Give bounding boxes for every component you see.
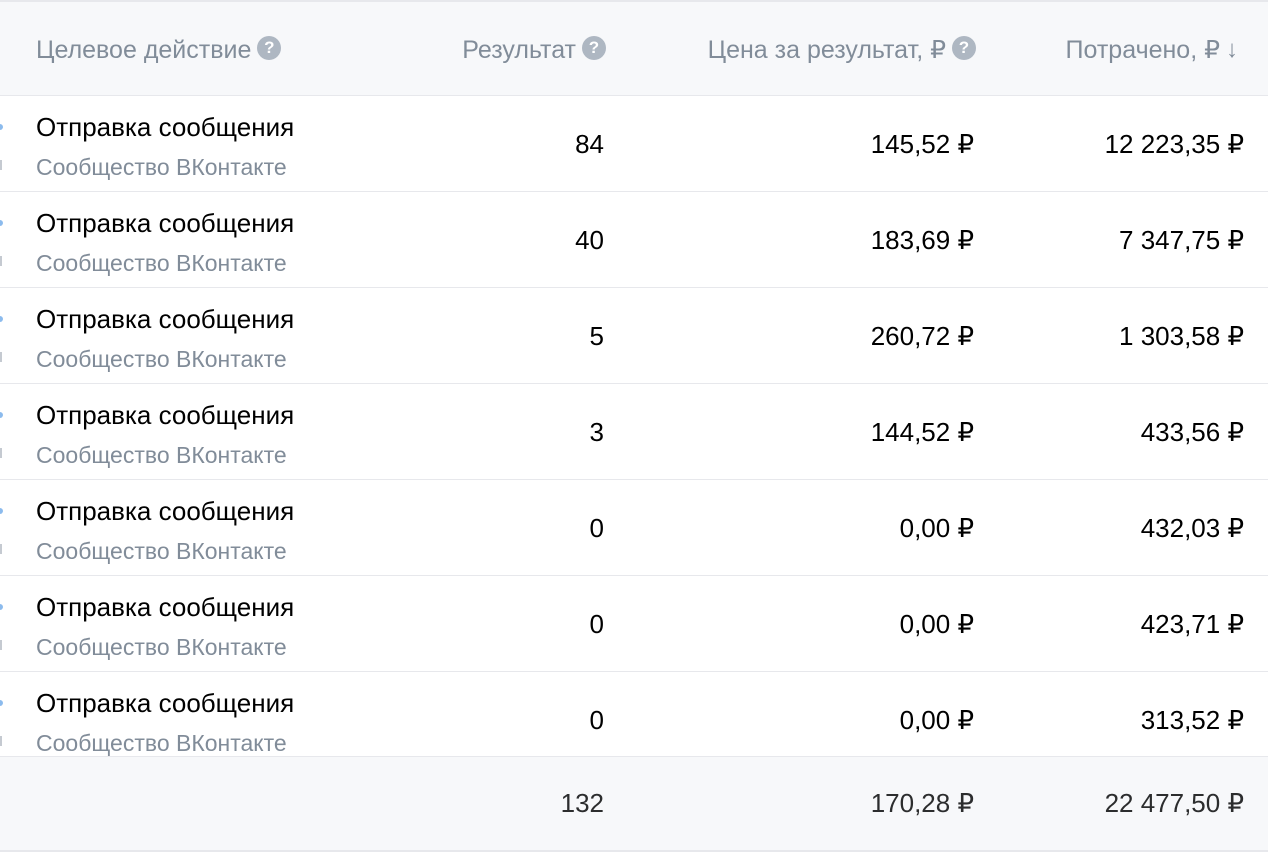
row-checkbox-edge[interactable]: [0, 604, 3, 610]
price-value: 0,00 ₽: [899, 704, 974, 735]
action-title: Отправка сообщения: [36, 496, 295, 526]
row-toggle-edge[interactable]: [0, 160, 2, 170]
spent-value: 7 347,75 ₽: [1119, 224, 1244, 255]
price-value: 0,00 ₽: [899, 512, 974, 543]
spent-value: 433,56 ₽: [1140, 416, 1244, 447]
table-row[interactable]: Отправка сообщения Сообщество ВКонтакте …: [0, 384, 1268, 480]
total-spent: 22 477,50 ₽: [1104, 787, 1244, 818]
spent-value: 1 303,58 ₽: [1119, 320, 1244, 351]
table-row[interactable]: Отправка сообщения Сообщество ВКонтакте …: [0, 96, 1268, 192]
action-title: Отправка сообщения: [36, 688, 295, 718]
total-price: 170,28 ₽: [870, 787, 974, 818]
action-title: Отправка сообщения: [36, 592, 295, 622]
table-row[interactable]: Отправка сообщения Сообщество ВКонтакте …: [0, 288, 1268, 384]
help-icon[interactable]: ?: [952, 36, 976, 60]
total-result: 132: [560, 787, 604, 818]
row-toggle-edge[interactable]: [0, 352, 2, 362]
result-value: 0: [589, 608, 604, 639]
row-checkbox-edge[interactable]: [0, 316, 3, 322]
spent-value: 313,52 ₽: [1140, 704, 1244, 735]
column-header-action-label: Целевое действие: [36, 35, 252, 64]
row-toggle-edge[interactable]: [0, 544, 2, 554]
column-header-price[interactable]: Цена за результат, ₽ ?: [708, 2, 976, 98]
column-header-spent-label: Потрачено, ₽: [1065, 36, 1220, 64]
table-row[interactable]: Отправка сообщения Сообщество ВКонтакте …: [0, 576, 1268, 672]
row-toggle-edge[interactable]: [0, 448, 2, 458]
column-header-result-label: Результат: [462, 35, 576, 64]
row-toggle-edge[interactable]: [0, 736, 2, 746]
action-subtitle: Сообщество ВКонтакте: [36, 154, 287, 180]
price-value: 0,00 ₽: [899, 608, 974, 639]
row-checkbox-edge[interactable]: [0, 220, 3, 226]
stats-table: Целевое действие ? Результат ? Цена за р…: [0, 0, 1268, 852]
action-subtitle: Сообщество ВКонтакте: [36, 442, 287, 468]
spent-value: 423,71 ₽: [1140, 608, 1244, 639]
action-subtitle: Сообщество ВКонтакте: [36, 346, 287, 372]
price-value: 144,52 ₽: [870, 416, 974, 447]
price-value: 183,69 ₽: [870, 224, 974, 255]
action-subtitle: Сообщество ВКонтакте: [36, 730, 287, 756]
totals-row: 132 170,28 ₽ 22 477,50 ₽: [0, 756, 1268, 852]
action-title: Отправка сообщения: [36, 304, 295, 334]
action-subtitle: Сообщество ВКонтакте: [36, 538, 287, 564]
price-value: 145,52 ₽: [870, 128, 974, 159]
table-row[interactable]: Отправка сообщения Сообщество ВКонтакте …: [0, 480, 1268, 576]
row-checkbox-edge[interactable]: [0, 124, 3, 130]
column-header-action[interactable]: Целевое действие ?: [36, 2, 282, 98]
price-value: 260,72 ₽: [870, 320, 974, 351]
row-checkbox-edge[interactable]: [0, 700, 3, 706]
column-header-price-label: Цена за результат, ₽: [707, 36, 946, 64]
row-checkbox-edge[interactable]: [0, 412, 3, 418]
result-value: 84: [575, 128, 604, 159]
row-toggle-edge[interactable]: [0, 640, 2, 650]
row-checkbox-edge[interactable]: [0, 508, 3, 514]
action-title: Отправка сообщения: [36, 112, 295, 142]
column-header-result[interactable]: Результат ?: [462, 2, 606, 98]
table-header: Целевое действие ? Результат ? Цена за р…: [0, 0, 1268, 96]
row-toggle-edge[interactable]: [0, 256, 2, 266]
action-subtitle: Сообщество ВКонтакте: [36, 250, 287, 276]
table-row[interactable]: Отправка сообщения Сообщество ВКонтакте …: [0, 192, 1268, 288]
column-header-spent[interactable]: Потрачено, ₽ ↓: [1066, 2, 1238, 98]
help-icon[interactable]: ?: [257, 36, 282, 60]
table-row[interactable]: Отправка сообщения Сообщество ВКонтакте …: [0, 672, 1268, 768]
sort-desc-icon[interactable]: ↓: [1226, 36, 1238, 64]
result-value: 0: [589, 512, 604, 543]
spent-value: 12 223,35 ₽: [1104, 128, 1244, 159]
action-title: Отправка сообщения: [36, 208, 295, 238]
result-value: 3: [589, 416, 604, 447]
result-value: 5: [589, 320, 604, 351]
action-title: Отправка сообщения: [36, 400, 295, 430]
spent-value: 432,03 ₽: [1140, 512, 1244, 543]
help-icon[interactable]: ?: [582, 36, 606, 60]
result-value: 0: [589, 704, 604, 735]
action-subtitle: Сообщество ВКонтакте: [36, 634, 287, 660]
result-value: 40: [575, 224, 604, 255]
